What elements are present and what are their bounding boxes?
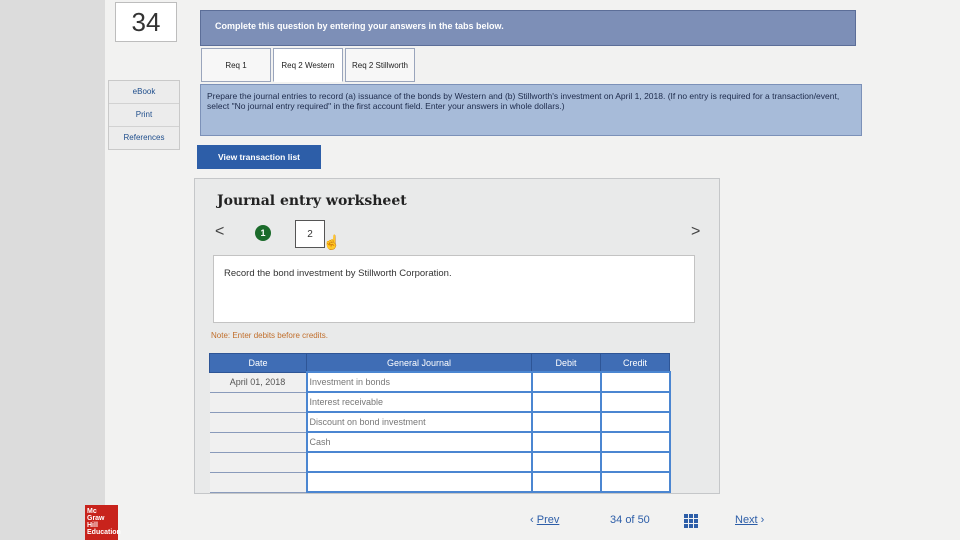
worksheet-title: Journal entry worksheet xyxy=(217,193,407,209)
account-cell[interactable]: Investment in bonds xyxy=(305,371,533,393)
tab-req2-stillworth[interactable]: Req 2 Stillworth xyxy=(345,48,415,82)
account-cell[interactable]: Discount on bond investment xyxy=(305,411,533,433)
view-transaction-list-button[interactable]: View transaction list xyxy=(197,145,321,169)
mcgraw-hill-logo: Mc Graw Hill Education xyxy=(85,505,121,540)
date-cell[interactable] xyxy=(209,392,307,413)
next-label: Next xyxy=(735,514,758,526)
date-header: Date xyxy=(209,353,307,373)
account-cell[interactable] xyxy=(305,451,533,473)
chevron-left-icon: ‹ xyxy=(530,514,537,526)
table-row: Interest receivable xyxy=(209,391,671,413)
worksheet-next-arrow-icon[interactable]: > xyxy=(691,223,700,241)
debit-input[interactable] xyxy=(530,371,602,393)
chevron-right-icon: › xyxy=(757,514,765,526)
date-cell[interactable] xyxy=(209,432,307,453)
references-link[interactable]: References xyxy=(109,127,179,149)
credit-header: Credit xyxy=(600,353,670,373)
step-1-indicator[interactable]: 1 xyxy=(255,225,271,241)
left-margin xyxy=(0,0,105,540)
debit-input[interactable] xyxy=(530,431,602,453)
table-row xyxy=(209,471,671,493)
credit-input[interactable] xyxy=(599,411,671,433)
account-cell[interactable] xyxy=(305,471,533,493)
question-grid-icon[interactable] xyxy=(684,514,698,528)
debit-input[interactable] xyxy=(530,451,602,473)
side-tools-panel: eBook Print References xyxy=(108,80,180,150)
record-instruction-text: Record the bond investment by Stillworth… xyxy=(224,268,452,279)
table-row: Cash xyxy=(209,431,671,453)
ebook-link[interactable]: eBook xyxy=(109,81,179,104)
credit-input[interactable] xyxy=(599,431,671,453)
credit-input[interactable] xyxy=(599,371,671,393)
instructions-text: Prepare the journal entries to record (a… xyxy=(200,84,862,136)
tab-req2-western[interactable]: Req 2 Western xyxy=(273,48,343,82)
worksheet-prev-arrow-icon[interactable]: < xyxy=(215,223,224,241)
page-indicator: 34 of 50 xyxy=(610,514,650,526)
question-number: 34 xyxy=(115,2,177,42)
date-cell[interactable] xyxy=(209,472,307,493)
record-instruction-box: Record the bond investment by Stillworth… xyxy=(213,255,695,323)
page-total: 50 xyxy=(637,514,650,526)
general-journal-header: General Journal xyxy=(306,353,532,373)
hand-cursor-icon: ☝ xyxy=(323,234,341,250)
debit-input[interactable] xyxy=(530,471,602,493)
date-cell[interactable]: April 01, 2018 xyxy=(209,372,307,393)
next-button[interactable]: Next › xyxy=(735,514,764,526)
tab-req1[interactable]: Req 1 xyxy=(201,48,271,82)
print-link[interactable]: Print xyxy=(109,104,179,127)
credit-input[interactable] xyxy=(599,471,671,493)
date-cell[interactable] xyxy=(209,412,307,433)
prev-button[interactable]: ‹ Prev xyxy=(530,514,559,526)
table-row xyxy=(209,451,671,473)
debits-credits-note: Note: Enter debits before credits. xyxy=(211,331,328,340)
table-row: Discount on bond investment xyxy=(209,411,671,433)
debit-header: Debit xyxy=(531,353,601,373)
debit-input[interactable] xyxy=(530,391,602,413)
requirement-tabs: Req 1 Req 2 Western Req 2 Stillworth xyxy=(201,48,417,82)
credit-input[interactable] xyxy=(599,451,671,473)
page-current: 34 xyxy=(610,514,623,526)
account-cell[interactable]: Interest receivable xyxy=(305,391,533,413)
prev-label: Prev xyxy=(536,514,560,526)
question-banner: Complete this question by entering your … xyxy=(200,10,856,46)
debit-input[interactable] xyxy=(530,411,602,433)
journal-entry-worksheet: Journal entry worksheet < 1 2 ☝ > Record… xyxy=(194,178,720,494)
date-cell[interactable] xyxy=(209,452,307,473)
step-2-indicator[interactable]: 2 xyxy=(295,220,325,248)
page-of: of xyxy=(625,514,635,526)
table-row: April 01, 2018 Investment in bonds xyxy=(209,371,671,393)
credit-input[interactable] xyxy=(599,391,671,413)
journal-table: Date General Journal Debit Credit April … xyxy=(209,353,671,493)
account-cell[interactable]: Cash xyxy=(305,431,533,453)
